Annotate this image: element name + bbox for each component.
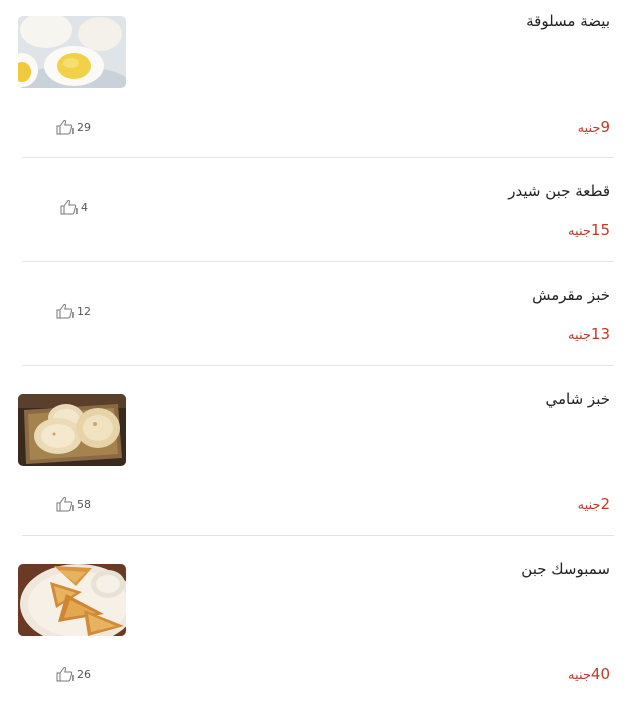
thumbs-up-icon [60,199,78,215]
likes-count: 58 [77,497,91,511]
item-price: 40جنيه [568,665,610,683]
like-button[interactable]: 4 [60,199,88,215]
item-image[interactable] [18,564,126,636]
likes-count: 26 [77,667,91,681]
like-button[interactable]: 26 [56,666,91,682]
thumbs-up-icon [56,666,74,682]
item-name: خبز شامي [545,390,610,408]
like-button[interactable]: 29 [56,119,91,135]
likes-count: 29 [77,120,91,134]
likes-count: 4 [81,200,88,214]
menu-item[interactable]: سمبوسك جبن 40جنيه 26 [0,536,632,704]
thumbs-up-icon [56,119,74,135]
item-price: 13جنيه [568,325,610,343]
item-price: 9جنيه [577,118,610,136]
item-price: 15جنيه [568,221,610,239]
menu-item[interactable]: بيضة مسلوقة 9جنيه 29 [0,0,632,157]
thumbs-up-icon [56,496,74,512]
item-price: 2جنيه [577,495,610,513]
item-name: سمبوسك جبن [521,560,610,578]
menu-item[interactable]: قطعة جبن شيدر 15جنيه 4 [0,158,632,261]
likes-count: 12 [77,304,91,318]
item-name: قطعة جبن شيدر [508,182,610,200]
item-name: بيضة مسلوقة [526,12,610,30]
thumbs-up-icon [56,303,74,319]
item-image[interactable] [18,16,126,88]
item-name: خبز مقرمش [532,286,610,304]
menu-item[interactable]: خبز شامي 2جنيه 58 [0,366,632,535]
like-button[interactable]: 12 [56,303,91,319]
item-image[interactable] [18,394,126,466]
like-button[interactable]: 58 [56,496,91,512]
menu-item[interactable]: خبز مقرمش 13جنيه 12 [0,262,632,365]
